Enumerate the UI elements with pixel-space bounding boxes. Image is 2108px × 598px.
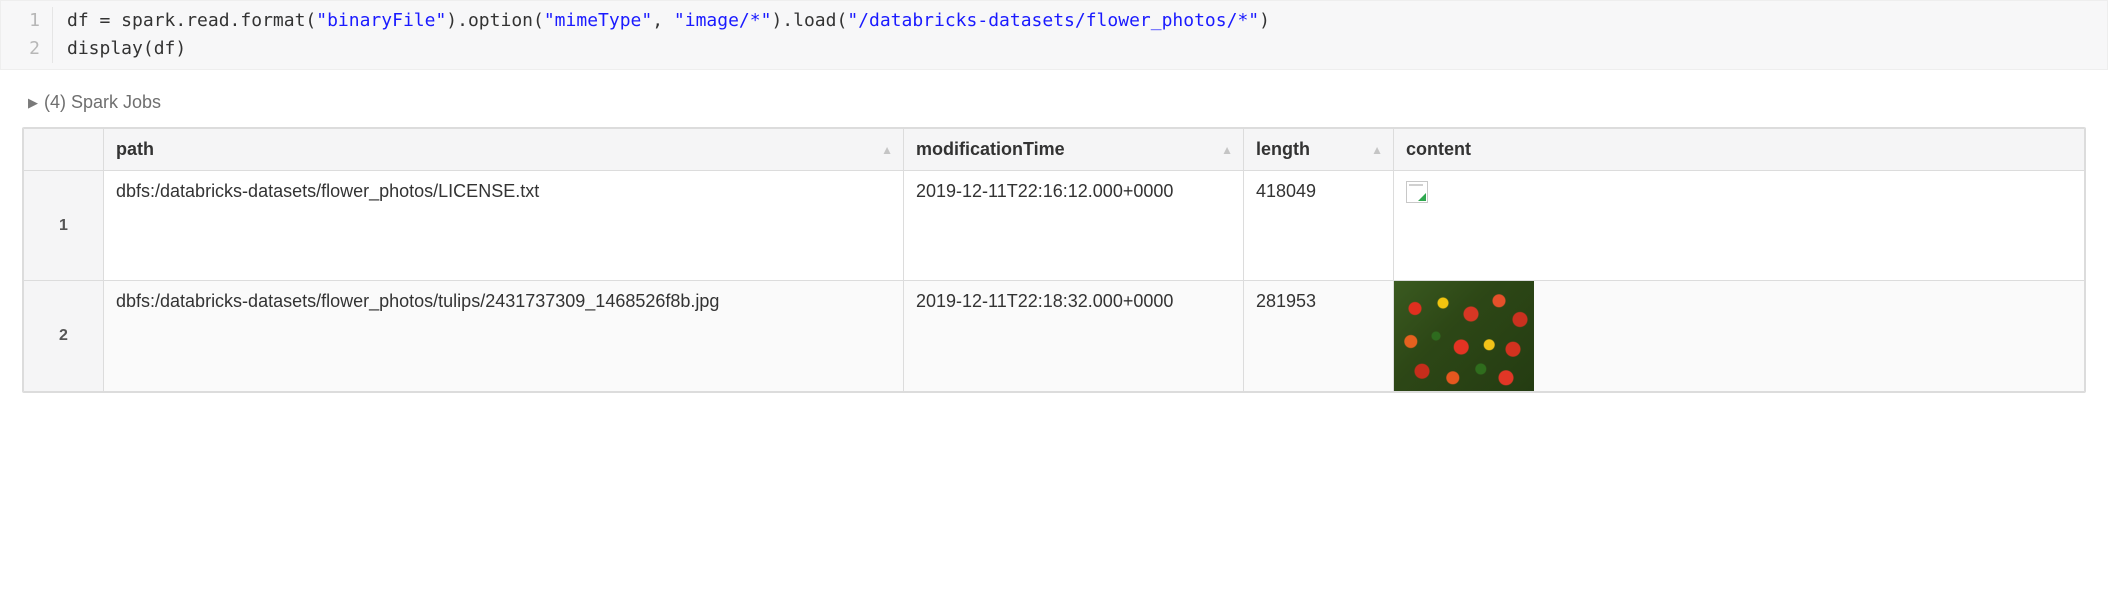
table-row[interactable]: 2 dbfs:/databricks-datasets/flower_photo… [24,281,2085,392]
table-row[interactable]: 1 dbfs:/databricks-datasets/flower_photo… [24,171,2085,281]
sort-icon[interactable]: ▲ [881,143,893,157]
spark-jobs-expander[interactable]: ▶ (4) Spark Jobs [28,92,2108,113]
code-line-gutter: 1 2 [1,7,53,63]
column-header-length[interactable]: length ▲ [1244,129,1394,171]
cell-length: 418049 [1244,171,1394,281]
line-number: 1 [1,7,40,35]
cell-path: dbfs:/databricks-datasets/flower_photos/… [104,171,904,281]
column-header-modificationTime[interactable]: modificationTime ▲ [904,129,1244,171]
spark-jobs-label: (4) Spark Jobs [44,92,161,113]
column-header-label: length [1256,139,1310,159]
line-number: 2 [1,35,40,63]
cell-modificationTime: 2019-12-11T22:18:32.000+0000 [904,281,1244,392]
broken-image-icon [1406,181,1428,203]
column-header-path[interactable]: path ▲ [104,129,904,171]
cell-path: dbfs:/databricks-datasets/flower_photos/… [104,281,904,392]
code-cell[interactable]: 1 2 df = spark.read.format("binaryFile")… [0,0,2108,70]
sort-icon[interactable]: ▲ [1221,143,1233,157]
sort-icon[interactable]: ▲ [1371,143,1383,157]
column-header-label: path [116,139,154,159]
cell-modificationTime: 2019-12-11T22:16:12.000+0000 [904,171,1244,281]
image-thumbnail [1394,281,1534,391]
cell-content [1394,171,2085,281]
column-header-label: modificationTime [916,139,1065,159]
code-text[interactable]: df = spark.read.format("binaryFile").opt… [53,7,2107,63]
result-table: path ▲ modificationTime ▲ length ▲ conte… [22,127,2086,393]
cell-content [1394,281,2085,392]
cell-length: 281953 [1244,281,1394,392]
caret-right-icon: ▶ [28,95,38,111]
row-index: 2 [24,281,104,392]
row-index: 1 [24,171,104,281]
row-index-header[interactable] [24,129,104,171]
column-header-label: content [1406,139,1471,159]
column-header-content[interactable]: content [1394,129,2085,171]
